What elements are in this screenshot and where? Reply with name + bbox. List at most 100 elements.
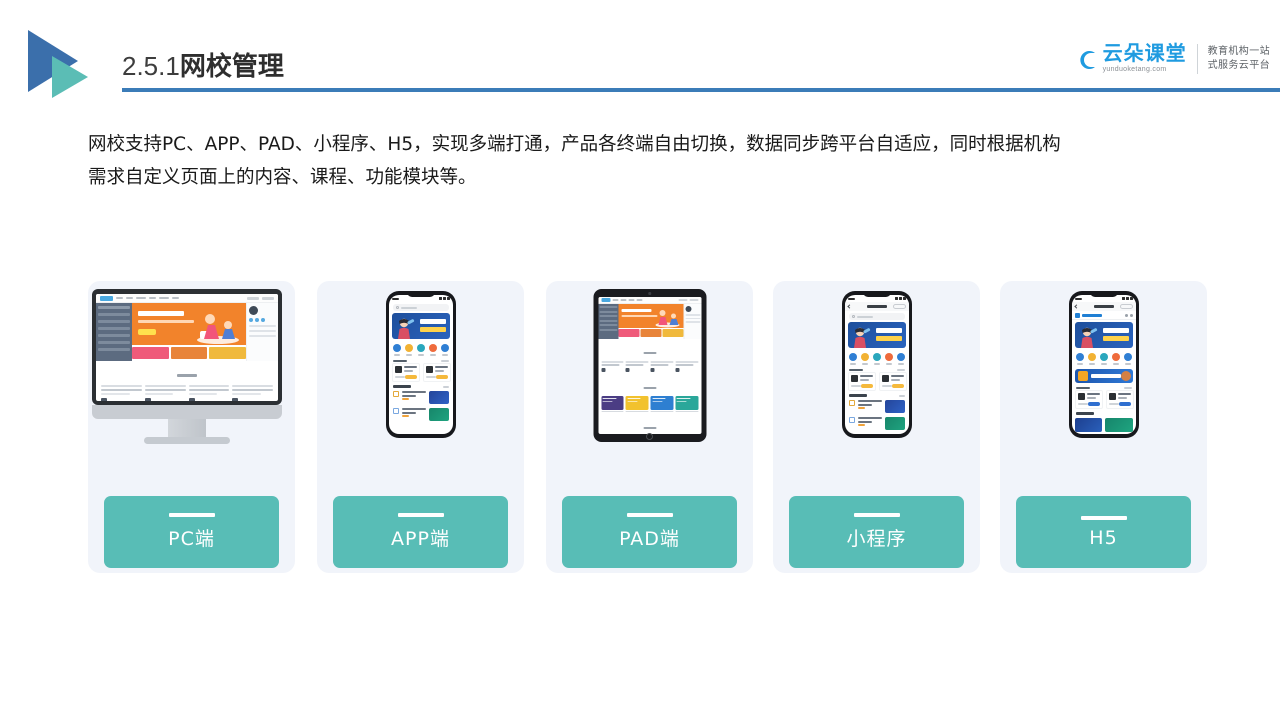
phone-screen [388,295,453,434]
device-illustration-desktop [88,281,295,471]
platform-cards: PC端 APP端 PAD端 小程序 H5 [88,281,1207,573]
brand-tagline-line1: 教育机构一站 [1207,46,1270,57]
platform-card-miniprogram[interactable]: 小程序 [773,281,980,573]
mock-hero-illustration [197,314,239,344]
mock-pc-body [96,303,278,361]
mock-nav-item [149,297,156,299]
device-illustration-phone-app [317,281,524,471]
platform-card-pc[interactable]: PC端 [88,281,295,573]
platform-label-h5[interactable]: H5 [1016,496,1191,568]
mock-title [1093,305,1114,308]
triangle-teal-icon [52,56,88,98]
mock-browser-titlebar [1071,302,1136,311]
mock-list-item [845,398,909,415]
device-illustration-phone-h5 [1000,281,1207,471]
phone-screen [844,295,909,434]
platform-label-text: 小程序 [846,528,907,550]
mock-pc-hero-banner [132,303,246,345]
platform-label-pc[interactable]: PC端 [104,496,279,568]
label-accent-bar [853,513,900,517]
platform-label-app[interactable]: APP端 [333,496,508,568]
platform-label-miniprogram[interactable]: 小程序 [789,496,964,568]
label-accent-bar [397,513,444,517]
mock-list-item [845,415,909,432]
monitor-chin [92,405,282,419]
mock-pc-section-title [96,361,278,383]
mock-course-grid-row1 [598,395,701,411]
brand-divider [1196,44,1198,74]
phone-notch [862,291,891,297]
brand-logo: 云朵课堂 yunduoketang.com [1071,43,1187,75]
capsule-button [892,304,906,309]
mock-phone-banner [847,322,906,348]
capsule-button [1119,304,1133,309]
mock-tablet-promo-strip [618,328,683,337]
platform-card-pad[interactable]: PAD端 [546,281,753,573]
brand-text: 云朵课堂 yunduoketang.com [1103,43,1187,75]
gift-icon [1077,370,1088,381]
platform-label-text: APP端 [391,528,450,550]
smartphone-icon [1068,291,1139,438]
phone-screen [1071,295,1136,434]
monitor-stand-neck [168,419,206,439]
mock-avatar [249,306,258,315]
mock-icon-row [1072,350,1136,367]
mock-nav-item [136,297,146,299]
phone-notch [1089,291,1118,297]
mock-course-cards [389,363,453,382]
mock-promo-banner [1074,368,1133,383]
mock-tablet-rightpanel [683,304,701,339]
mock-hero-illustration [655,310,679,328]
section-title: 网校管理 [179,52,284,82]
mock-title [866,305,887,308]
page-title: 2.5.1网校管理 [122,46,284,83]
brand-name: 云朵课堂 [1102,41,1187,65]
monitor-screen [96,294,278,401]
platform-label-pad[interactable]: PAD端 [562,496,737,568]
mock-tablet-body [598,304,701,339]
mock-icon-row [845,350,909,367]
tablet-camera [648,292,651,295]
mock-tablet-section-title [598,414,701,434]
mock-list-head [845,391,909,398]
tablet-icon [593,289,706,442]
mock-pc-rightpanel [246,303,278,361]
back-icon [1073,304,1079,309]
tablet-screen [598,297,701,434]
tablet-home-button [646,433,653,440]
mock-brand-logo-icon [1074,312,1080,318]
mock-tablet-feature-row [598,360,701,374]
mock-pc-logo [100,295,113,301]
mock-miniprogram-titlebar [844,302,909,311]
mock-course-cards [845,372,909,391]
mock-list-head [389,382,453,389]
mock-search-bar [392,304,449,311]
brand-logo-group: 云朵课堂 yunduoketang.com 教育机构一站 式服务云平台 [1071,36,1270,82]
platform-label-text: PAD端 [619,528,680,550]
mock-brand-name [1081,313,1102,317]
mock-tablet-navbar [598,297,701,304]
mock-phone-banner [1074,322,1133,348]
mock-brand-header [1071,311,1136,320]
mock-person-illustration [1080,327,1097,348]
mock-bottom-cards [1072,416,1136,434]
body-copy-line1: 网校支持PC、APP、PAD、小程序、H5，实现多端打通，产品各终端自由切换，数… [88,134,1061,155]
platform-card-h5[interactable]: H5 [1000,281,1207,573]
mock-course-cards [1072,390,1136,409]
desktop-monitor-icon [92,289,290,444]
device-illustration-phone-miniprogram [773,281,980,471]
mock-pc-sidebar [96,303,132,361]
mock-tablet-section-title [598,374,701,395]
platform-card-app[interactable]: APP端 [317,281,524,573]
platform-label-text: PC端 [168,528,215,550]
section-number: 2.5.1 [122,51,180,81]
platform-label-text: H5 [1089,526,1118,549]
mock-nav-item [159,297,169,299]
smartphone-icon [385,291,456,438]
mock-tablet-sidebar [598,304,618,339]
mock-person-illustration [853,327,870,348]
mock-list-head [1072,409,1136,416]
back-icon [846,304,852,309]
device-illustration-tablet [546,281,753,471]
mock-tablet-section-title [598,339,701,360]
